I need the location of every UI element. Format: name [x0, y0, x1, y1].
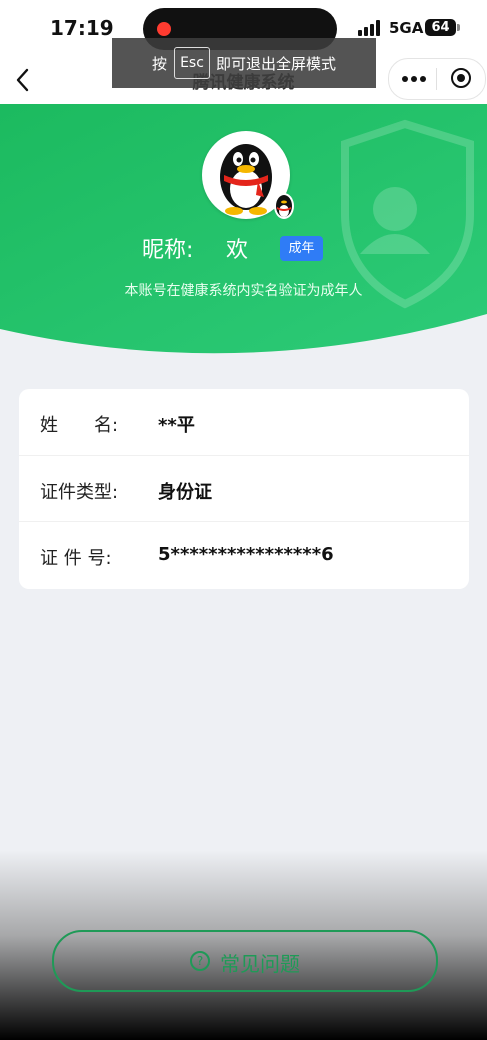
close-target-icon[interactable] [451, 68, 471, 88]
id-number-value: 5****************6 [158, 544, 334, 565]
info-row-id-number: 证 件 号: 5****************6 [19, 521, 469, 588]
info-row-name: 姓 名: **平 [19, 389, 469, 455]
capsule-divider [436, 68, 437, 90]
esc-key: Esc [174, 47, 210, 79]
toast-prefix: 按 [152, 55, 168, 73]
id-number-label: 证 件 号: [40, 548, 112, 569]
faq-button[interactable]: ? 常见问题 [52, 930, 438, 992]
more-icon[interactable] [402, 76, 426, 82]
name-value: **平 [158, 415, 195, 436]
status-time: 17:19 [50, 16, 114, 40]
battery-tip [457, 24, 460, 31]
nickname-value: 欢 [226, 238, 249, 263]
qq-badge-icon [274, 193, 294, 219]
identity-card: 姓 名: **平 证件类型: 身份证 证 件 号: 5*************… [19, 389, 469, 589]
question-icon: ? [190, 951, 210, 971]
battery-icon: 64 [425, 19, 456, 36]
info-row-id-type: 证件类型: 身份证 [19, 455, 469, 522]
recording-indicator-icon [157, 22, 171, 36]
name-label: 姓 名: [40, 415, 119, 436]
mini-program-capsule [388, 58, 486, 100]
nickname-label: 昵称: [142, 238, 194, 263]
adult-badge: 成年 [280, 236, 323, 261]
id-type-value: 身份证 [158, 482, 212, 503]
fullscreen-toast: 按 Esc 即可退出全屏模式 [112, 38, 376, 88]
verification-note: 本账号在健康系统内实名验证为成年人 [124, 283, 363, 299]
faq-label: 常见问题 [220, 952, 300, 976]
signal-icon [358, 20, 382, 36]
id-type-label: 证件类型: [40, 482, 119, 503]
toast-suffix: 即可退出全屏模式 [216, 55, 337, 73]
network-type: 5GA [389, 19, 424, 37]
